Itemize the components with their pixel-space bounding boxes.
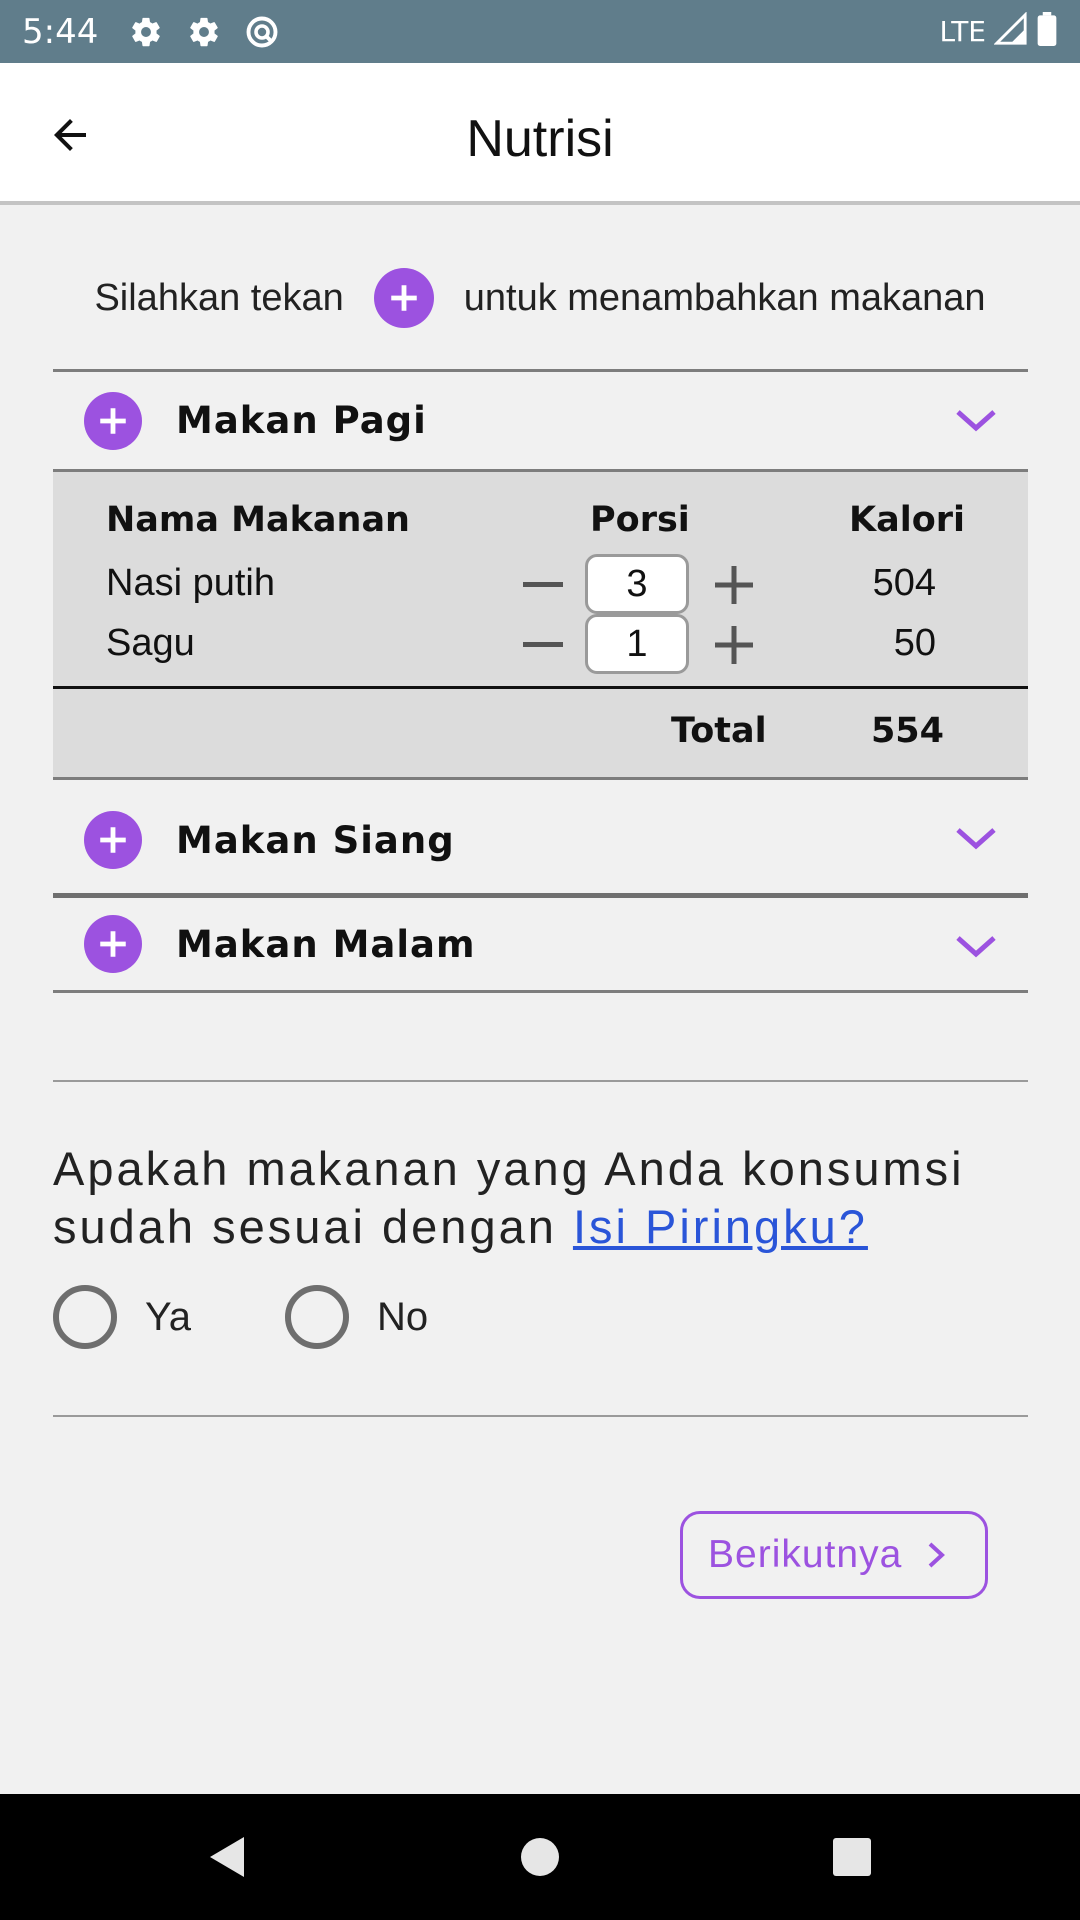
nav-home-icon[interactable] [516,1832,564,1882]
status-time: 5:44 [22,11,99,52]
food-total-row: Total 554 [53,686,1028,780]
food-calories: 50 [893,622,936,664]
food-table-header: Nama Makanan Porsi Kalori [53,472,1028,558]
next-button-label: Berikutnya [708,1533,903,1576]
meal-header-lunch[interactable]: Makan Siang [53,790,1028,890]
status-bar: 5:44 LTE [0,0,1080,63]
instruction-text: Silahkan tekan untuk menambahkan makanan [0,268,1080,328]
table-row: Nasi putih 3 504 [53,554,1028,618]
radio-option-ya[interactable]: Ya [53,1285,191,1349]
add-food-button[interactable] [84,811,142,869]
data-saver-icon [244,14,280,50]
system-nav-bar [0,1794,1080,1920]
chevron-down-icon[interactable] [954,930,998,962]
status-right: LTE [939,11,1058,51]
meal-header-breakfast[interactable]: Makan Pagi [53,369,1028,469]
portion-input[interactable]: 1 [585,614,689,674]
table-row: Sagu 1 50 [53,614,1028,678]
gear-icon [128,14,164,50]
portion-input[interactable]: 3 [585,554,689,614]
meal-panel-dinner: Makan Malam [53,893,1028,993]
increase-portion-button[interactable] [713,624,755,666]
chevron-right-icon [928,1542,946,1568]
chevron-down-icon[interactable] [954,822,998,854]
instruction-before: Silahkan tekan [94,276,344,319]
meal-name: Makan Malam [176,922,476,966]
plus-icon [373,268,434,328]
column-header-name: Nama Makanan [106,500,410,540]
battery-icon [1036,12,1058,51]
increase-portion-button[interactable] [713,564,755,606]
total-calories: 554 [870,711,944,751]
chevron-down-icon[interactable] [954,404,998,436]
food-calories: 504 [872,562,936,604]
add-food-button[interactable] [84,391,142,450]
add-food-button[interactable] [84,915,142,973]
radio-button[interactable] [53,1285,117,1349]
signal-icon [993,11,1028,51]
network-label: LTE [939,15,986,48]
page-title: Nutrisi [466,110,614,168]
column-header-calories: Kalori [849,500,966,540]
total-label: Total [671,711,767,751]
divider [53,1415,1028,1417]
radio-option-no[interactable]: No [284,1285,429,1349]
radio-button[interactable] [284,1285,349,1349]
meal-header-dinner[interactable]: Makan Malam [53,893,1028,993]
meal-name: Makan Pagi [176,399,427,442]
next-button[interactable]: Berikutnya [680,1511,988,1599]
gear-icon [186,14,222,50]
question-text: Apakah makanan yang Anda konsumsi sudah … [53,1140,1028,1256]
radio-label: Ya [145,1294,191,1339]
nav-back-icon[interactable] [204,1832,254,1882]
instruction-after: untuk menambahkan makanan [463,276,986,319]
divider [53,1080,1028,1082]
decrease-portion-button[interactable] [523,642,563,647]
radio-group: Ya No [53,1285,428,1349]
isi-piringku-link[interactable]: Isi Piringku? [573,1200,868,1253]
app-bar: Nutrisi [0,63,1080,205]
nav-recents-icon[interactable] [830,1832,874,1882]
decrease-portion-button[interactable] [523,582,563,587]
radio-label: No [376,1294,429,1339]
column-header-portion: Porsi [590,500,690,540]
food-name: Nasi putih [106,562,275,604]
meal-panel-lunch: Makan Siang [53,790,1028,890]
meal-name: Makan Siang [176,818,455,862]
food-name: Sagu [106,622,195,664]
meal-panel-breakfast: Makan Pagi Nama Makanan Porsi Kalori Nas… [53,369,1028,780]
food-table: Nama Makanan Porsi Kalori Nasi putih 3 5… [53,469,1028,780]
